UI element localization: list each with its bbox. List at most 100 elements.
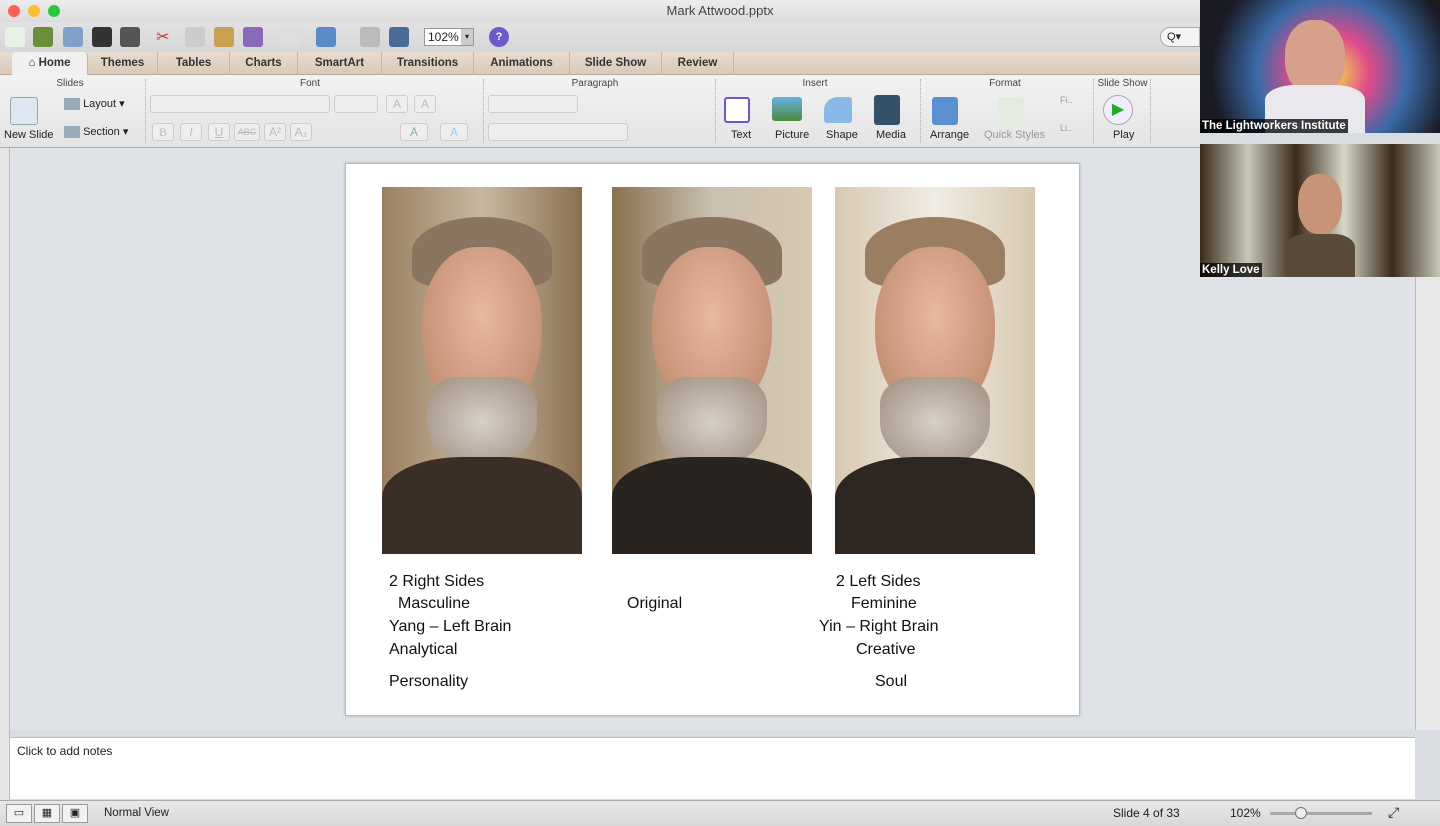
zoom-percent: 102%: [1230, 806, 1261, 820]
window-title: Mark Attwood.pptx: [666, 3, 774, 18]
tab-home[interactable]: ⌂ Home: [12, 52, 88, 75]
chevron-down-icon: ▾: [461, 29, 473, 45]
group-format-label: Format: [989, 78, 1021, 89]
zoom-button[interactable]: [48, 5, 60, 17]
ribbon-tabs: ⌂ Home Themes Tables Charts SmartArt Tra…: [0, 52, 1200, 75]
new-slide-label: New Slide: [4, 129, 54, 141]
superscript-button[interactable]: A²: [264, 123, 286, 141]
left-pane-handle[interactable]: [0, 148, 10, 800]
standard-toolbar: ✂ 102% ▾ ? Q▾: [0, 22, 1200, 52]
quick-styles-icon: [998, 97, 1024, 125]
bold-button[interactable]: B: [152, 123, 174, 141]
right-caption-5: Soul: [875, 673, 908, 690]
fit-window-icon[interactable]: ⤢: [1388, 804, 1399, 821]
layout-button[interactable]: Layout ▾: [64, 97, 125, 111]
slide-counter: Slide 4 of 33: [1113, 806, 1180, 820]
status-bar: ▭ ▦ ▣ Normal View Slide 4 of 33 102% ⤢: [0, 800, 1440, 826]
text-effects-button[interactable]: A: [440, 123, 468, 141]
media-browser-icon[interactable]: [389, 27, 409, 47]
left-caption-3: Yang – Left Brain: [389, 618, 512, 635]
picture-label: Picture: [775, 129, 810, 141]
copy-icon[interactable]: [185, 27, 205, 47]
photo-original[interactable]: [612, 187, 812, 554]
group-paragraph-label: Paragraph: [571, 78, 619, 89]
bullets-button[interactable]: [488, 95, 578, 113]
save-icon[interactable]: [92, 27, 112, 47]
minimize-button[interactable]: [28, 5, 40, 17]
paste-icon[interactable]: [214, 27, 234, 47]
cut-icon[interactable]: ✂: [156, 27, 176, 47]
play-icon: ▶: [1103, 95, 1133, 125]
tab-animations[interactable]: Animations: [474, 52, 570, 75]
strikethrough-button[interactable]: ABC: [234, 123, 260, 141]
tab-tables[interactable]: Tables: [158, 52, 230, 75]
underline-button[interactable]: U: [208, 123, 230, 141]
slide-sorter-icon[interactable]: [360, 27, 380, 47]
video-tile-lightworkers[interactable]: The Lightworkers Institute: [1200, 0, 1440, 133]
picture-icon: [772, 97, 802, 121]
slide-show-view-button[interactable]: ▣: [62, 804, 88, 823]
right-caption-3: Yin – Right Brain: [819, 618, 939, 635]
section-button[interactable]: Section ▾: [64, 125, 128, 139]
format-painter-icon[interactable]: [243, 27, 263, 47]
shape-label: Shape: [826, 129, 858, 141]
shape-icon: [824, 97, 852, 123]
tab-slide-show[interactable]: Slide Show: [570, 52, 662, 75]
open-icon[interactable]: [63, 27, 83, 47]
tab-charts[interactable]: Charts: [230, 52, 298, 75]
ribbon: Slides Font Paragraph Insert Format Slid…: [0, 75, 1200, 148]
line-button[interactable]: Li..: [1060, 123, 1072, 133]
video-tile-kelly-love[interactable]: Kelly Love: [1200, 144, 1440, 277]
left-caption-4: Analytical: [389, 641, 458, 658]
left-caption-5: Personality: [389, 673, 469, 690]
redo-icon[interactable]: [316, 27, 336, 47]
fill-button[interactable]: Fi..: [1060, 95, 1073, 105]
group-insert-label: Insert: [802, 78, 828, 89]
tab-smartart[interactable]: SmartArt: [298, 52, 382, 75]
subscript-button[interactable]: A₂: [290, 123, 312, 141]
section-label: Section: [83, 126, 120, 138]
notes-placeholder: Click to add notes: [17, 744, 113, 758]
media-label: Media: [876, 129, 906, 141]
zoom-slider-thumb[interactable]: [1295, 807, 1307, 819]
middle-caption: Original: [627, 595, 683, 612]
tab-review[interactable]: Review: [662, 52, 734, 75]
tab-themes[interactable]: Themes: [88, 52, 158, 75]
alignment-buttons[interactable]: [488, 123, 628, 141]
close-button[interactable]: [8, 5, 20, 17]
right-caption-2: Feminine: [851, 595, 917, 612]
shrink-font-button[interactable]: A: [414, 95, 436, 113]
right-caption-4: Creative: [856, 641, 916, 658]
play-label: Play: [1113, 129, 1135, 141]
font-name-select[interactable]: [150, 95, 330, 113]
arrange-label: Arrange: [930, 129, 970, 141]
print-icon[interactable]: [120, 27, 140, 47]
section-icon: [64, 126, 80, 139]
quick-styles-label: Quick Styles: [984, 129, 1046, 141]
photo-left-sides[interactable]: [835, 187, 1035, 554]
participant-name: Kelly Love: [1200, 263, 1262, 277]
slide-sorter-button[interactable]: ▦: [34, 804, 60, 823]
zoom-select[interactable]: 102% ▾: [424, 28, 474, 46]
italic-button[interactable]: I: [180, 123, 202, 141]
help-button[interactable]: ?: [489, 27, 509, 47]
gallery-icon[interactable]: [33, 27, 53, 47]
group-slides-label: Slides: [56, 78, 84, 89]
participant-name: The Lightworkers Institute: [1200, 119, 1348, 133]
notes-pane[interactable]: Click to add notes: [10, 737, 1415, 799]
zoom-slider[interactable]: [1270, 807, 1372, 819]
undo-icon[interactable]: [280, 27, 300, 47]
font-color-button[interactable]: A: [400, 123, 428, 141]
tab-transitions[interactable]: Transitions: [382, 52, 474, 75]
normal-view-button[interactable]: ▭: [6, 804, 32, 823]
text-label: Text: [731, 129, 752, 141]
new-icon[interactable]: [5, 27, 25, 47]
left-caption-1: 2 Right Sides: [389, 573, 485, 590]
grow-font-button[interactable]: A: [386, 95, 408, 113]
font-size-select[interactable]: [334, 95, 378, 113]
arrange-icon: [932, 97, 958, 125]
photo-right-sides[interactable]: [382, 187, 582, 554]
slide[interactable]: 2 Right Sides Masculine Yang – Left Brai…: [345, 163, 1080, 716]
search-field[interactable]: Q▾: [1160, 27, 1200, 47]
new-slide-icon: [10, 97, 38, 125]
